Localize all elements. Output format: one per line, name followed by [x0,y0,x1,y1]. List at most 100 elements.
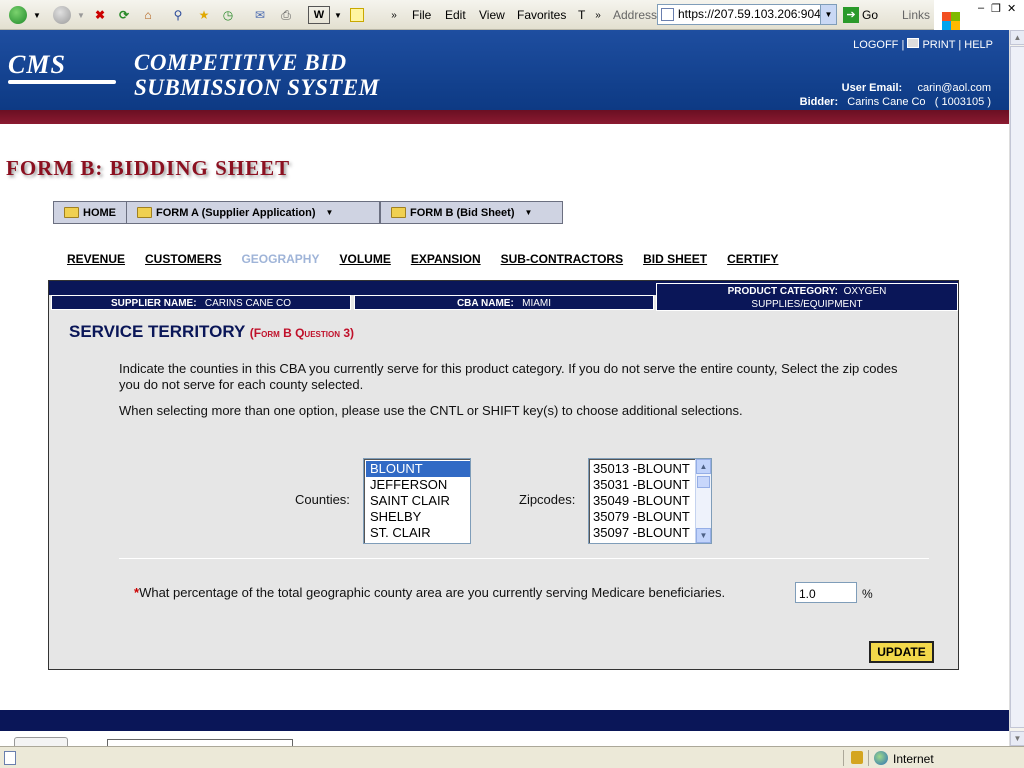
page-scrollbar[interactable]: ▲ ▼ [1009,30,1024,746]
forward-dropdown-icon[interactable]: ▼ [76,4,86,26]
stop-icon[interactable]: ✖ [90,4,110,26]
browser-toolbar: ▼ ▼ ✖ ⟳ ⌂ ⚲ ★ ◷ ✉ ⎙ W ▼ » File Edit View… [0,0,1024,30]
cms-logo-swoosh [8,80,116,84]
menu-view[interactable]: View [479,8,505,22]
note-icon[interactable] [348,4,366,26]
scroll-up-icon[interactable]: ▲ [696,459,711,474]
user-email-label: User Email: [841,82,903,94]
county-option[interactable]: ST. CLAIR [366,525,470,541]
close-icon[interactable]: ✕ [1007,2,1016,15]
product-category-label: PRODUCT CATEGORY: [727,286,838,297]
search-icon[interactable]: ⚲ [168,4,188,26]
go-button[interactable]: ➔ Go [843,4,887,26]
link-separator: | [958,39,962,51]
selection-hint-text: When selecting more than one option, ple… [119,403,743,418]
print-icon[interactable]: ⎙ [276,4,296,26]
edit-word-icon[interactable]: W [308,6,330,24]
minimize-icon[interactable]: – [978,2,984,14]
logoff-link[interactable]: LOGOFF [853,39,898,51]
county-option[interactable]: SAINT CLAIR [366,493,470,509]
forward-button[interactable] [50,4,74,26]
history-icon[interactable]: ◷ [218,4,238,26]
folder-icon [64,207,79,218]
back-button[interactable] [6,4,30,26]
tab-revenue[interactable]: REVENUE [67,252,125,266]
footer-logo-icon [14,737,68,746]
nav-form-b-button[interactable]: FORM B (Bid Sheet) ▼ [380,201,563,224]
county-option[interactable]: BLOUNT [366,461,470,477]
tab-bid-sheet[interactable]: BID SHEET [643,252,707,266]
menu-tools[interactable]: T [578,8,585,22]
supplier-name-value: CARINS CANE CO [204,298,292,309]
tab-customers[interactable]: CUSTOMERS [145,252,221,266]
scroll-up-icon[interactable]: ▲ [1010,30,1024,45]
page-favicon-icon [661,8,674,21]
scroll-down-icon[interactable]: ▼ [1010,731,1024,746]
percentage-input[interactable] [795,582,857,603]
refresh-icon[interactable]: ⟳ [114,4,134,26]
nav-home-button[interactable]: HOME [53,201,127,224]
menu-edit[interactable]: Edit [445,8,466,22]
print-link[interactable]: PRINT [922,39,955,51]
zipcode-option[interactable]: 35031 -BLOUNT [589,477,711,493]
mail-icon[interactable]: ✉ [250,4,270,26]
page-scroll-thumb[interactable] [1010,46,1024,728]
tab-sub-contractors[interactable]: SUB-CONTRACTORS [501,252,623,266]
page-title: FORM B: BIDDING SHEET [6,156,291,180]
form-tabs: REVENUE CUSTOMERS GEOGRAPHY VOLUME EXPAN… [67,252,798,266]
site-header: CMS COMPETITIVE BID SUBMISSION SYSTEM LO… [0,30,1009,110]
restore-icon[interactable]: ❐ [991,2,1001,15]
nav-form-a-button[interactable]: FORM A (Supplier Application) ▼ [126,201,380,224]
supplier-name-label: SUPPLIER NAME: [110,298,197,309]
chevron-down-icon: ▼ [325,208,334,217]
counties-listbox[interactable]: BLOUNT JEFFERSON SAINT CLAIR SHELBY ST. … [363,458,471,544]
site-footer [0,710,1009,731]
zipcode-option[interactable]: 35097 -BLOUNT [589,525,711,541]
go-arrow-icon: ➔ [843,7,859,23]
go-label: Go [862,8,879,22]
header-accent-strip [0,110,1009,124]
cba-name-cell: CBA NAME: MIAMI [354,295,654,310]
lock-icon[interactable] [851,751,863,764]
favorites-star-icon[interactable]: ★ [194,4,214,26]
scroll-down-icon[interactable]: ▼ [696,528,711,543]
links-label[interactable]: Links [902,8,930,22]
cms-logo: CMS [8,50,66,79]
update-button[interactable]: UPDATE [869,641,934,663]
tab-geography[interactable]: GEOGRAPHY [241,252,319,266]
tab-certify[interactable]: CERTIFY [727,252,778,266]
instructions-text: Indicate the counties in this CBA you cu… [119,361,898,392]
zipcode-option[interactable]: 35079 -BLOUNT [589,509,711,525]
back-dropdown-icon[interactable]: ▼ [32,4,42,26]
scroll-thumb[interactable] [697,476,710,488]
address-label: Address [613,8,658,22]
help-link[interactable]: HELP [964,39,993,51]
status-divider [868,750,869,766]
home-icon[interactable]: ⌂ [138,4,158,26]
tab-expansion[interactable]: EXPANSION [411,252,481,266]
cba-name-value: MIAMI [522,298,552,309]
site-title-line1: COMPETITIVE BID [134,50,347,75]
menu-file[interactable]: File [412,8,431,22]
address-url: https://207.59.103.206:904 [678,7,821,21]
menu-overflow-icon[interactable]: » [592,4,604,26]
zipcodes-listbox[interactable]: 35013 -BLOUNT 35031 -BLOUNT 35049 -BLOUN… [588,458,712,544]
footer-box [107,739,293,746]
tab-volume[interactable]: VOLUME [339,252,390,266]
toolbar-overflow-icon[interactable]: » [388,4,400,26]
edit-dropdown-icon[interactable]: ▼ [333,4,343,26]
section-subtitle: (Form B Question 3) [249,326,354,340]
zipcodes-label: Zipcodes: [519,492,576,507]
zipcodes-scrollbar[interactable]: ▲ ▼ [695,459,711,543]
product-category-value-1: OXYGEN [843,286,887,297]
chevron-down-icon: ▼ [524,208,533,217]
county-option[interactable]: JEFFERSON [366,477,470,493]
counties-label: Counties: [295,492,350,507]
menu-favorites[interactable]: Favorites [517,8,566,22]
zipcode-option[interactable]: 35049 -BLOUNT [589,493,711,509]
percentage-question-text: What percentage of the total geographic … [139,585,726,600]
county-option[interactable]: SHELBY [366,509,470,525]
address-dropdown-icon[interactable]: ▼ [820,5,836,24]
zipcode-option[interactable]: 35013 -BLOUNT [589,461,711,477]
address-bar[interactable]: https://207.59.103.206:904 ▼ [657,4,837,25]
